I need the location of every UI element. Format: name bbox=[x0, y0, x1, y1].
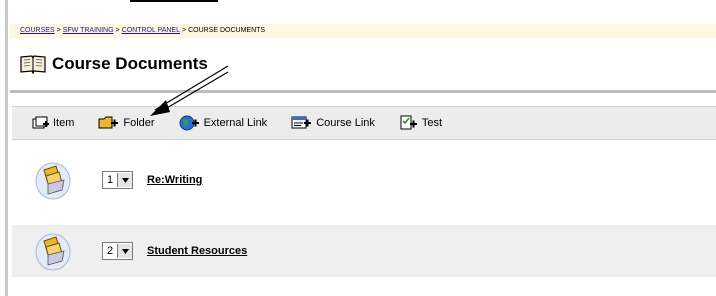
chevron-down-icon[interactable] bbox=[117, 244, 132, 258]
globe-add-icon bbox=[179, 115, 199, 131]
order-select[interactable]: 2 bbox=[102, 242, 133, 260]
add-test-button[interactable]: Test bbox=[399, 115, 442, 131]
folder-link[interactable]: Student Resources bbox=[147, 245, 247, 257]
add-external-link-label: External Link bbox=[203, 117, 268, 129]
breadcrumb: COURSES > SFW TRAINING > CONTROL PANEL > COURS… bbox=[10, 24, 716, 38]
order-select[interactable]: 1 bbox=[102, 171, 133, 189]
breadcrumb-current: COURSE DOCUMENTS bbox=[188, 27, 266, 34]
title-divider bbox=[10, 90, 716, 93]
breadcrumb-sfw-training[interactable]: SFW TRAINING bbox=[63, 27, 114, 34]
breadcrumb-separator: > bbox=[182, 27, 187, 34]
add-course-link-label: Course Link bbox=[316, 117, 375, 129]
action-toolbar: Item Folder External Link Course Link Te… bbox=[12, 106, 716, 140]
add-item-button[interactable]: Item bbox=[32, 116, 74, 130]
item-add-icon bbox=[32, 116, 49, 129]
breadcrumb-separator: > bbox=[56, 27, 61, 34]
add-test-label: Test bbox=[421, 117, 443, 129]
add-course-link-button[interactable]: Course Link bbox=[291, 116, 375, 130]
breadcrumb-courses[interactable]: COURSES bbox=[20, 27, 55, 34]
page-header: Course Documents bbox=[20, 52, 208, 76]
add-item-label: Item bbox=[53, 117, 75, 129]
course-link-add-icon bbox=[291, 116, 312, 129]
top-underline-mark bbox=[130, 0, 218, 2]
content-row: 1 Re:Writing bbox=[12, 154, 716, 206]
order-value: 1 bbox=[106, 174, 114, 186]
folder-add-icon bbox=[98, 116, 119, 129]
test-add-icon bbox=[400, 115, 417, 130]
add-folder-button[interactable]: Folder bbox=[98, 116, 155, 130]
breadcrumb-separator: > bbox=[115, 27, 120, 34]
add-external-link-button[interactable]: External Link bbox=[179, 115, 268, 131]
book-icon bbox=[20, 55, 46, 74]
breadcrumb-control-panel[interactable]: CONTROL PANEL bbox=[122, 27, 180, 34]
folder-icon bbox=[35, 233, 71, 271]
folder-link[interactable]: Re:Writing bbox=[147, 174, 202, 186]
page-title: Course Documents bbox=[52, 54, 208, 73]
add-folder-label: Folder bbox=[123, 117, 155, 129]
content-row: 2 Student Resources bbox=[12, 225, 716, 277]
chevron-down-icon[interactable] bbox=[117, 173, 132, 187]
folder-icon bbox=[35, 162, 71, 200]
left-border bbox=[5, 0, 8, 296]
order-value: 2 bbox=[106, 245, 114, 257]
